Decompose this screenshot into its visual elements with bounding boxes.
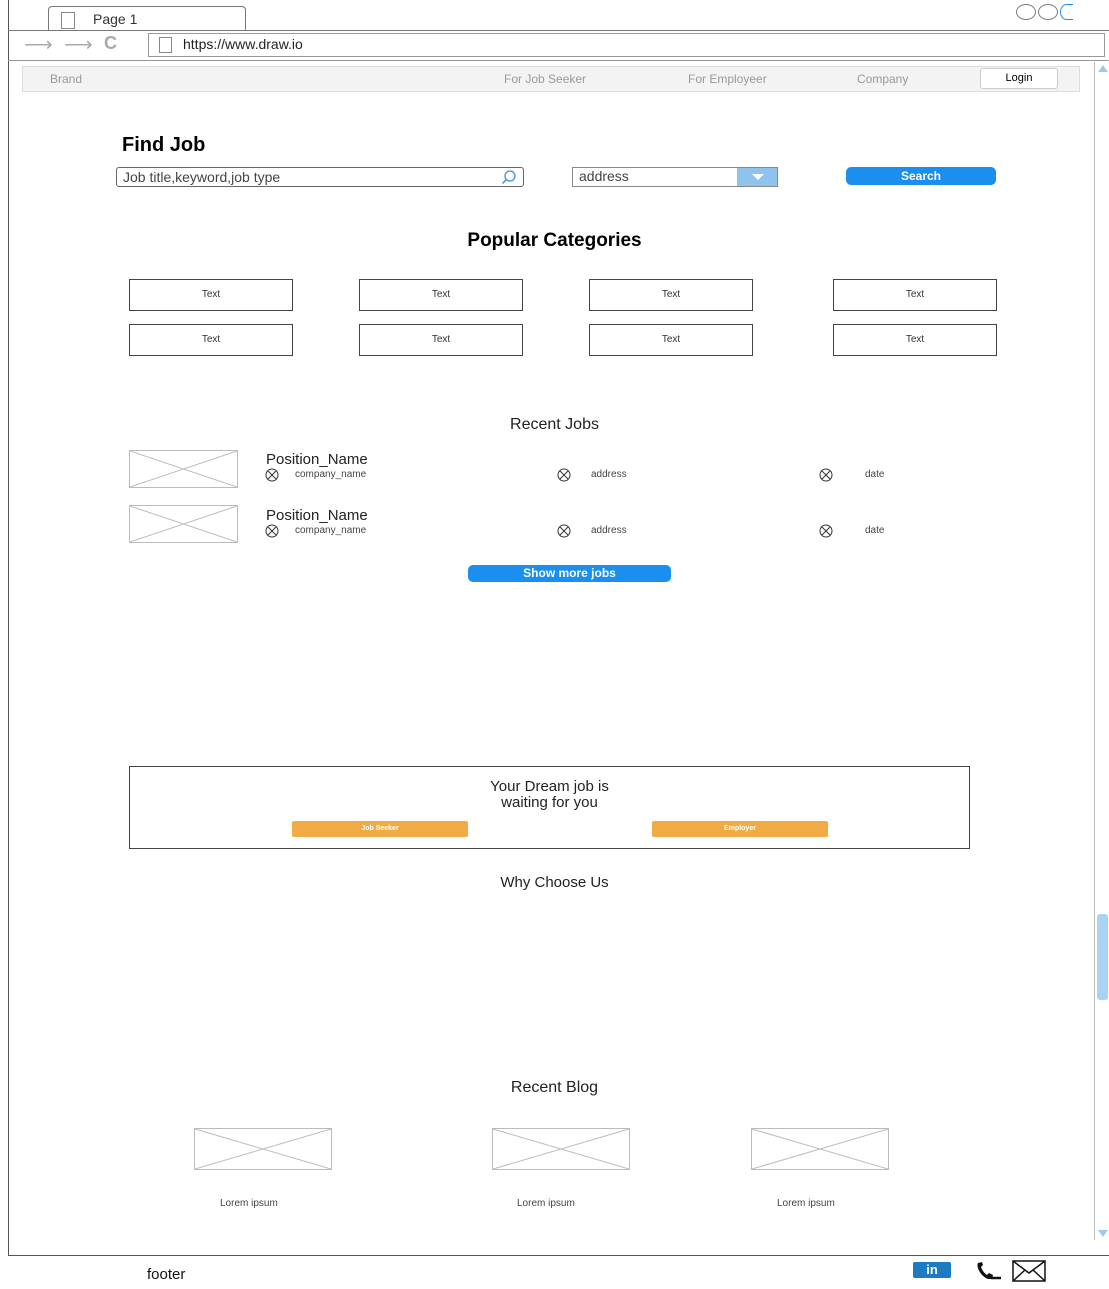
nav-link-job-seeker[interactable]: For Job Seeker bbox=[504, 72, 586, 86]
url-bar[interactable]: https://www.draw.io bbox=[148, 33, 1105, 57]
popular-categories-title: Popular Categories bbox=[467, 230, 642, 251]
find-job-title: Find Job bbox=[122, 134, 206, 156]
recent-jobs-title: Recent Jobs bbox=[510, 416, 599, 433]
image-placeholder-icon[interactable] bbox=[492, 1128, 630, 1170]
circle-x-icon bbox=[819, 468, 833, 482]
category-card[interactable]: Text bbox=[359, 324, 523, 356]
image-placeholder-icon[interactable] bbox=[751, 1128, 889, 1170]
phone-icon[interactable] bbox=[974, 1260, 1002, 1282]
browser-tab[interactable]: Page 1 bbox=[48, 6, 246, 31]
url-text: https://www.draw.io bbox=[183, 36, 303, 52]
search-button[interactable]: Search bbox=[846, 167, 996, 185]
job-company-name: company_name bbox=[295, 525, 367, 536]
why-choose-us-title: Why Choose Us bbox=[500, 874, 609, 891]
brand-link[interactable]: Brand bbox=[50, 72, 82, 86]
category-card[interactable]: Text bbox=[833, 279, 997, 311]
window-maximize-button[interactable] bbox=[1038, 4, 1058, 20]
window-close-button[interactable] bbox=[1060, 4, 1073, 20]
category-card[interactable]: Text bbox=[129, 324, 293, 356]
footer-text: footer bbox=[147, 1266, 186, 1283]
dropdown-icon[interactable] bbox=[737, 168, 777, 186]
tab-divider bbox=[8, 30, 1109, 31]
circle-x-icon bbox=[557, 524, 571, 538]
address-select[interactable]: address bbox=[572, 167, 778, 187]
job-position-name[interactable]: Position_Name bbox=[266, 451, 368, 468]
scroll-down-icon[interactable] bbox=[1098, 1230, 1108, 1237]
dream-job-banner: Your Dream job is waiting for you bbox=[129, 766, 970, 849]
blog-title[interactable]: Lorem ipsum bbox=[220, 1198, 278, 1209]
job-date: date bbox=[865, 469, 885, 480]
dream-line-1: Your Dream job is bbox=[490, 778, 609, 795]
login-button[interactable]: Login bbox=[980, 68, 1058, 89]
forward-arrow-icon[interactable]: ⟶ bbox=[64, 35, 93, 55]
job-seeker-button[interactable]: Job Seeker bbox=[292, 821, 468, 837]
search-icon[interactable] bbox=[501, 169, 517, 185]
image-placeholder-icon[interactable] bbox=[194, 1128, 332, 1170]
job-position-name[interactable]: Position_Name bbox=[266, 507, 368, 524]
back-arrow-icon[interactable]: ⟶ bbox=[24, 35, 53, 55]
employer-button[interactable]: Employer bbox=[652, 821, 828, 837]
mail-icon[interactable] bbox=[1012, 1260, 1046, 1282]
category-card[interactable]: Text bbox=[833, 324, 997, 356]
page-icon bbox=[61, 12, 75, 29]
job-address: address bbox=[591, 525, 627, 536]
nav-link-employer[interactable]: For Employeer bbox=[688, 72, 767, 86]
image-placeholder-icon bbox=[129, 450, 238, 488]
show-more-jobs-button[interactable]: Show more jobs bbox=[468, 565, 671, 582]
refresh-icon[interactable]: C bbox=[104, 34, 117, 52]
blog-title[interactable]: Lorem ipsum bbox=[777, 1198, 835, 1209]
recent-blog-title: Recent Blog bbox=[510, 1079, 599, 1096]
dream-line-2: waiting for you bbox=[501, 794, 598, 811]
window-minimize-button[interactable] bbox=[1016, 4, 1036, 20]
image-placeholder-icon bbox=[129, 505, 238, 543]
circle-x-icon bbox=[265, 524, 279, 538]
job-search-input[interactable]: Job title,keyword,job type bbox=[116, 167, 524, 187]
blog-title[interactable]: Lorem ipsum bbox=[517, 1198, 575, 1209]
circle-x-icon bbox=[819, 524, 833, 538]
circle-x-icon bbox=[557, 468, 571, 482]
linkedin-icon[interactable]: in bbox=[913, 1262, 951, 1278]
category-card[interactable]: Text bbox=[359, 279, 523, 311]
footer: footer in bbox=[8, 1255, 1109, 1289]
category-card[interactable]: Text bbox=[589, 279, 753, 311]
chrome-divider bbox=[8, 60, 1109, 61]
job-address: address bbox=[591, 469, 627, 480]
page-icon bbox=[159, 37, 172, 53]
job-company-name: company_name bbox=[295, 469, 367, 480]
address-select-value: address bbox=[579, 168, 629, 184]
category-card[interactable]: Text bbox=[129, 279, 293, 311]
scroll-up-icon[interactable] bbox=[1098, 65, 1108, 72]
job-search-placeholder: Job title,keyword,job type bbox=[123, 169, 281, 185]
scroll-thumb[interactable] bbox=[1097, 914, 1108, 1000]
nav-link-company[interactable]: Company bbox=[857, 72, 908, 86]
circle-x-icon bbox=[265, 468, 279, 482]
job-date: date bbox=[865, 525, 885, 536]
tab-title: Page 1 bbox=[93, 11, 138, 27]
category-card[interactable]: Text bbox=[589, 324, 753, 356]
